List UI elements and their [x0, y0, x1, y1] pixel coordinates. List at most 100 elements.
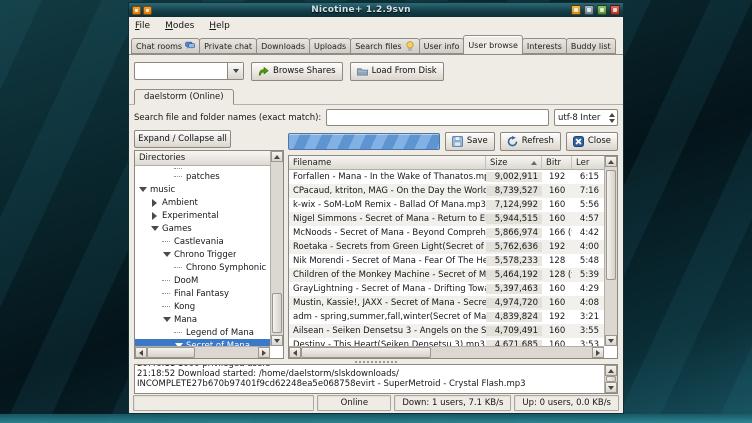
tab-label: Uploads [314, 42, 346, 51]
file-size: 5,762,636 [486, 242, 542, 252]
file-row[interactable]: Roetaka - Secrets from Green Light(Secre… [289, 240, 604, 254]
column-header-bitr[interactable]: Bitr [542, 156, 572, 170]
bulb-icon [405, 41, 415, 51]
file-row[interactable]: CPacaud, ktriton, MAG - On the Day the W… [289, 184, 604, 198]
refresh-button[interactable]: Refresh [500, 132, 561, 151]
expander-open-icon[interactable] [162, 250, 171, 259]
tab-user-browse[interactable]: User browse [463, 35, 523, 55]
close-window-button[interactable] [610, 5, 620, 15]
file-length: 5:56 [572, 200, 604, 210]
close-button[interactable]: Close [566, 132, 618, 151]
tab-user-info[interactable]: User info [419, 38, 465, 54]
tree-item-castlevania[interactable]: Castlevania [135, 235, 270, 248]
tab-uploads[interactable]: Uploads [309, 38, 351, 54]
file-name: GrayLightning - Secret of Mana - Driftin… [289, 284, 486, 294]
menu-modes[interactable]: Modes [165, 21, 194, 31]
scroll-left-icon[interactable] [135, 347, 147, 358]
tree-item-patches[interactable]: patches [135, 170, 270, 183]
scroll-right-icon[interactable] [592, 347, 604, 358]
search-input[interactable] [326, 109, 549, 126]
tree-item-experimental[interactable]: Experimental [135, 209, 270, 222]
expander-closed-icon[interactable] [150, 211, 159, 220]
log-vertical-scrollbar[interactable] [604, 365, 617, 393]
file-bitrate: 192 [542, 172, 572, 182]
tree-item-doom[interactable]: DooM [135, 274, 270, 287]
scroll-down-icon[interactable] [605, 335, 617, 346]
tab-label: User info [424, 42, 460, 51]
scroll-up-icon[interactable] [605, 156, 617, 167]
file-row[interactable]: adm - spring,summer,fall,winter(Secret o… [289, 310, 604, 324]
tab-daelstorm[interactable]: daelstorm (Online) [134, 89, 234, 105]
tab-search-files[interactable]: Search files [350, 38, 419, 54]
file-row[interactable]: k-wix - SoM-LoM Remix - Ballad Of Mana.m… [289, 198, 604, 212]
tab-buddy-list[interactable]: Buddy list [566, 38, 616, 54]
browse-shares-button[interactable]: Browse Shares [251, 62, 343, 81]
files-vertical-scrollbar[interactable] [604, 156, 617, 346]
scroll-up-icon[interactable] [605, 365, 617, 376]
tree-item-legend-of-mana[interactable]: Legend of Mana [135, 326, 270, 339]
file-row[interactable]: GrayLightning - Secret of Mana - Driftin… [289, 282, 604, 296]
maximize-button[interactable] [584, 5, 594, 15]
scroll-left-icon[interactable] [289, 347, 301, 358]
spinner-arrows-icon[interactable] [609, 113, 615, 123]
refresh-icon [507, 136, 518, 147]
folder-icon [357, 66, 368, 77]
load-from-disk-button[interactable]: Load From Disk [350, 62, 444, 81]
expander-open-icon[interactable] [150, 224, 159, 233]
tab-label: User browse [468, 41, 518, 50]
file-row[interactable]: Nigel Simmons - Secret of Mana - Return … [289, 212, 604, 226]
files-hscroll-thumb[interactable] [301, 347, 431, 358]
tab-downloads[interactable]: Downloads [256, 38, 310, 54]
shade-button[interactable] [597, 5, 607, 15]
window-menu-icon[interactable] [132, 6, 141, 15]
file-row[interactable]: Mustin, Kassie!, JAXX - Secret of Mana -… [289, 296, 604, 310]
user-combo-dropdown-button[interactable] [227, 63, 243, 79]
tree-item-chrono-trigger[interactable]: Chrono Trigger [135, 248, 270, 261]
column-header-filename[interactable]: Filename [289, 156, 486, 170]
user-combo-input[interactable] [135, 63, 227, 79]
file-row[interactable]: McNoods - Secret of Mana - Beyond Compre… [289, 226, 604, 240]
tree-item-kong[interactable]: Kong [135, 300, 270, 313]
tree-item-chrono-symphonic[interactable]: Chrono Symphonic [135, 261, 270, 274]
expander-closed-icon[interactable] [150, 198, 159, 207]
file-length: 5:39 [572, 270, 604, 280]
scroll-down-icon[interactable] [271, 335, 283, 346]
minimize-button[interactable] [571, 5, 581, 15]
file-row[interactable]: Children of the Monkey Machine - Secret … [289, 268, 604, 282]
tab-chat-rooms[interactable]: Chat rooms [131, 38, 200, 54]
menu-file[interactable]: File [135, 21, 150, 31]
scroll-right-icon[interactable] [258, 347, 270, 358]
tree-item-secret-of-mana[interactable]: Secret of Mana [135, 339, 270, 346]
file-size: 9,002,911 [486, 172, 542, 182]
tab-interests[interactable]: Interests [522, 38, 567, 54]
file-row[interactable]: Forfallen - Mana - In the Wake of Thanat… [289, 170, 604, 184]
tree-item-music[interactable]: music [135, 183, 270, 196]
tree-item-final-fantasy[interactable]: Final Fantasy [135, 287, 270, 300]
expand-collapse-button[interactable]: Expand / Collapse all [134, 130, 231, 148]
file-row[interactable]: Nik Morendi - Secret of Mana - Fear Of T… [289, 254, 604, 268]
tab-private-chat[interactable]: Private chat [199, 38, 257, 54]
file-row[interactable]: Ailsean - Seiken Densetsu 3 - Angels on … [289, 324, 604, 338]
menu-help[interactable]: Help [209, 21, 230, 31]
titlebar[interactable]: Nicotine+ 1.2.9svn [129, 3, 623, 17]
tree-hscroll-thumb[interactable] [147, 347, 195, 358]
scroll-up-icon[interactable] [271, 151, 283, 162]
log-pane[interactable]: 20:46:11 1000 privileged users21:18:52 D… [134, 364, 618, 394]
encoding-combo[interactable]: utf-8 Inter [554, 109, 618, 126]
tree-item-games[interactable]: Games [135, 222, 270, 235]
tree-vscroll-thumb[interactable] [272, 293, 282, 333]
files-vscroll-thumb[interactable] [606, 170, 616, 280]
column-header-ler[interactable]: Ler [572, 156, 604, 170]
tree-item-mana[interactable]: Mana [135, 313, 270, 326]
tree-horizontal-scrollbar[interactable] [135, 346, 270, 358]
files-horizontal-scrollbar[interactable] [289, 346, 604, 358]
user-combo[interactable] [134, 62, 244, 80]
expander-open-icon[interactable] [138, 185, 147, 194]
column-header-size[interactable]: Size [486, 156, 542, 170]
tree-vertical-scrollbar[interactable] [270, 151, 283, 346]
scroll-down-icon[interactable] [605, 382, 617, 393]
expander-open-icon[interactable] [162, 315, 171, 324]
tree-item-ambient[interactable]: Ambient [135, 196, 270, 209]
directories-header[interactable]: Directories [135, 151, 270, 166]
save-button[interactable]: Save [445, 132, 495, 151]
